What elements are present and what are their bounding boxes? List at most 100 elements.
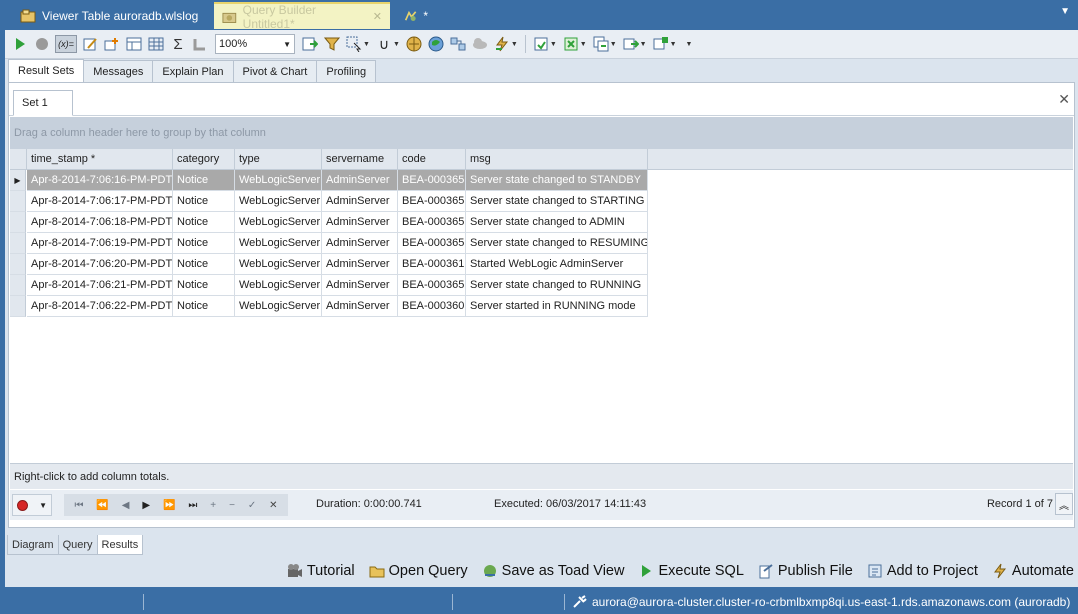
stop-icon[interactable]: [33, 35, 51, 53]
chevron-down-icon[interactable]: ▼: [363, 41, 370, 48]
toolbar-overflow-icon[interactable]: ▼: [686, 41, 693, 48]
open-query-button[interactable]: Open Query: [369, 563, 468, 579]
publish-file-button[interactable]: Publish File: [758, 563, 853, 579]
cell-time-stamp[interactable]: Apr-8-2014-7:06:22-PM-PDT: [27, 296, 173, 317]
cell-code[interactable]: BEA-000361: [398, 254, 466, 275]
filter-icon[interactable]: [323, 35, 341, 53]
cell-msg[interactable]: Server state changed to ADMIN: [466, 212, 648, 233]
grid-icon[interactable]: [147, 35, 165, 53]
close-icon[interactable]: ✕: [373, 10, 382, 23]
excel-export-icon[interactable]: [562, 35, 580, 53]
tab-results[interactable]: Results: [96, 535, 144, 555]
sum-icon[interactable]: Σ: [169, 35, 187, 53]
column-header-code[interactable]: code: [398, 149, 466, 170]
row-indicator[interactable]: ▶: [10, 170, 26, 191]
variables-icon[interactable]: (x)=: [55, 35, 77, 53]
tab-messages[interactable]: Messages: [83, 60, 154, 82]
record-button[interactable]: ▼: [12, 494, 52, 516]
cell-type[interactable]: WebLogicServer: [235, 170, 322, 191]
cell-time-stamp[interactable]: Apr-8-2014-7:06:17-PM-PDT: [27, 191, 173, 212]
cancel-edit-icon[interactable]: ✕: [269, 500, 277, 511]
table-row[interactable]: Apr-8-2014-7:06:21-PM-PDT Notice WebLogicS…: [10, 275, 648, 296]
cell-time-stamp[interactable]: Apr-8-2014-7:06:18-PM-PDT: [27, 212, 173, 233]
cell-msg[interactable]: Server started in RUNNING mode: [466, 296, 648, 317]
cell-msg[interactable]: Server state changed to STARTING: [466, 191, 648, 212]
row-indicator[interactable]: [10, 212, 26, 233]
cell-servername[interactable]: AdminServer: [322, 254, 398, 275]
cell-time-stamp[interactable]: Apr-8-2014-7:06:21-PM-PDT: [27, 275, 173, 296]
row-indicator[interactable]: [10, 275, 26, 296]
table-row[interactable]: Apr-8-2014-7:06:22-PM-PDT Notice WebLogicS…: [10, 296, 648, 317]
cell-category[interactable]: Notice: [173, 191, 235, 212]
cell-time-stamp[interactable]: Apr-8-2014-7:06:20-PM-PDT: [27, 254, 173, 275]
chevron-down-icon[interactable]: ▼: [640, 41, 647, 48]
first-record-icon[interactable]: ⏮: [74, 500, 83, 511]
column-totals-bar[interactable]: Right-click to add column totals.: [10, 463, 1073, 489]
doc-tab-viewer-table[interactable]: Viewer Table auroradb.wlslog: [12, 2, 210, 29]
cell-category[interactable]: Notice: [173, 275, 235, 296]
world-icon[interactable]: [405, 35, 423, 53]
results-grid[interactable]: time_stamp * category type servername co…: [10, 149, 1073, 463]
last-record-icon[interactable]: ⏭: [188, 500, 197, 511]
post-edit-icon[interactable]: ✓: [248, 500, 256, 511]
cell-msg[interactable]: Server state changed to STANDBY: [466, 170, 648, 191]
row-indicator[interactable]: [10, 233, 26, 254]
insert-record-icon[interactable]: +: [210, 500, 216, 511]
cell-servername[interactable]: AdminServer: [322, 212, 398, 233]
doc-tab-query-builder[interactable]: Query Builder Untitled1* ✕: [214, 2, 390, 31]
save-as-toad-view-button[interactable]: Save as Toad View: [482, 563, 624, 579]
cell-type[interactable]: WebLogicServer: [235, 296, 322, 317]
cell-servername[interactable]: AdminServer: [322, 170, 398, 191]
cell-code[interactable]: BEA-000365: [398, 170, 466, 191]
cell-category[interactable]: Notice: [173, 170, 235, 191]
refresh-table-icon[interactable]: [532, 35, 550, 53]
cell-servername[interactable]: AdminServer: [322, 275, 398, 296]
table-row[interactable]: Apr-8-2014-7:06:18-PM-PDT Notice WebLogicS…: [10, 212, 648, 233]
export-icon[interactable]: [301, 35, 319, 53]
run-icon[interactable]: [11, 35, 29, 53]
send-table-icon[interactable]: [622, 35, 640, 53]
chevron-down-icon[interactable]: ▼: [670, 41, 677, 48]
previous-page-icon[interactable]: ⏪: [96, 500, 108, 511]
table-row[interactable]: Apr-8-2014-7:06:20-PM-PDT Notice WebLogicS…: [10, 254, 648, 275]
cell-code[interactable]: BEA-000365: [398, 233, 466, 254]
cell-category[interactable]: Notice: [173, 254, 235, 275]
cell-code[interactable]: BEA-000365: [398, 275, 466, 296]
publish-table-icon[interactable]: [652, 35, 670, 53]
row-indicator[interactable]: [10, 296, 26, 317]
lightning-icon[interactable]: [493, 35, 511, 53]
chevron-down-icon[interactable]: ▼: [580, 41, 587, 48]
row-indicator[interactable]: [10, 254, 26, 275]
next-record-icon[interactable]: ▶: [142, 500, 150, 511]
cell-servername[interactable]: AdminServer: [322, 233, 398, 254]
copy-table-icon[interactable]: [592, 35, 610, 53]
relations-icon[interactable]: [449, 35, 467, 53]
column-header-type[interactable]: type: [235, 149, 322, 170]
doc-tab-unsaved[interactable]: *: [396, 2, 436, 29]
chevron-down-icon[interactable]: ▼: [511, 41, 518, 48]
tab-explain-plan[interactable]: Explain Plan: [152, 60, 234, 82]
execute-sql-button[interactable]: Execute SQL: [638, 563, 744, 579]
cell-msg[interactable]: Started WebLogic AdminServer: [466, 254, 648, 275]
cell-category[interactable]: Notice: [173, 233, 235, 254]
delete-record-icon[interactable]: −: [229, 500, 235, 511]
select-cursor-icon[interactable]: [345, 35, 363, 53]
table-properties-icon[interactable]: [125, 35, 143, 53]
globe-search-icon[interactable]: [427, 35, 445, 53]
tab-diagram[interactable]: Diagram: [7, 535, 59, 555]
cell-type[interactable]: WebLogicServer: [235, 275, 322, 296]
column-header-category[interactable]: category: [173, 149, 235, 170]
tab-pivot-chart[interactable]: Pivot & Chart: [232, 60, 318, 82]
cell-msg[interactable]: Server state changed to RESUMING: [466, 233, 648, 254]
table-row[interactable]: ▶ Apr-8-2014-7:06:16-PM-PDT Notice WebLogic…: [10, 170, 648, 191]
cell-servername[interactable]: AdminServer: [322, 296, 398, 317]
tutorial-button[interactable]: Tutorial: [287, 563, 355, 579]
table-row[interactable]: Apr-8-2014-7:06:17-PM-PDT Notice WebLogicS…: [10, 191, 648, 212]
chevron-down-icon[interactable]: ▼: [393, 41, 400, 48]
chevron-down-icon[interactable]: ▼: [610, 41, 617, 48]
tab-profiling[interactable]: Profiling: [316, 60, 377, 82]
close-icon[interactable]: ✕: [1058, 91, 1070, 108]
cell-type[interactable]: WebLogicServer: [235, 254, 322, 275]
tab-query[interactable]: Query: [57, 535, 98, 555]
pipe-icon[interactable]: [191, 35, 209, 53]
